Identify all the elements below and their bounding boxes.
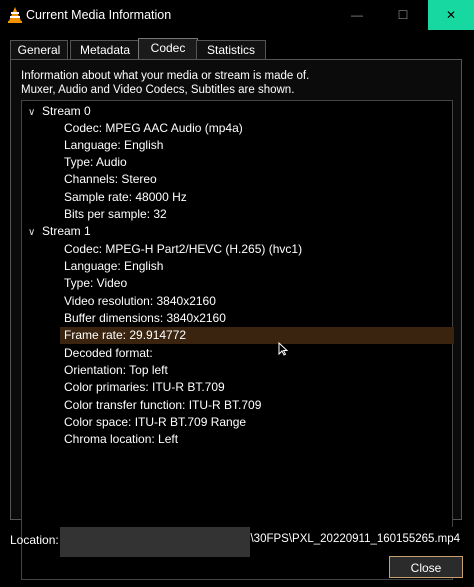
maximize-button[interactable]: ☐ — [380, 0, 426, 30]
stream-label: Stream 0 — [42, 104, 91, 118]
tree-item[interactable]: Language: English — [64, 137, 163, 154]
info-line-2: Muxer, Audio and Video Codecs, Subtitles… — [21, 84, 295, 96]
location-label: Location: — [10, 533, 59, 547]
tab-general[interactable]: General — [10, 40, 68, 60]
tree-item[interactable]: Codec: MPEG AAC Audio (mp4a) — [64, 120, 243, 137]
tree-item[interactable]: Channels: Stereo — [64, 171, 157, 188]
tree-item[interactable]: Video resolution: 3840x2160 — [64, 293, 216, 310]
tree-item[interactable]: Language: English — [64, 258, 163, 275]
codec-panel: Information about what your media or str… — [10, 59, 462, 580]
minimize-button[interactable]: — — [334, 0, 380, 30]
close-button[interactable]: Close — [389, 556, 463, 578]
tree-item[interactable]: Bits per sample: 32 — [64, 206, 167, 223]
title-bar: Current Media Information — ☐ ✕ — [0, 0, 474, 30]
tree-item[interactable]: Type: Video — [64, 275, 127, 292]
chevron-down-icon[interactable]: ∨ — [28, 224, 42, 241]
stream-1-node[interactable]: ∨ Stream 1 — [28, 223, 91, 240]
info-line-1: Information about what your media or str… — [21, 70, 310, 82]
stream-0-node[interactable]: ∨ Stream 0 — [28, 103, 91, 120]
tab-metadata[interactable]: Metadata — [70, 40, 140, 60]
window-title: Current Media Information — [26, 8, 172, 22]
tree-item[interactable]: Color transfer function: ITU-R BT.709 — [64, 397, 261, 414]
tree-item[interactable]: Color space: ITU-R BT.709 Range — [64, 414, 246, 431]
tree-item[interactable]: Buffer dimensions: 3840x2160 — [64, 310, 226, 327]
tree-item[interactable]: Decoded format: — [64, 345, 153, 362]
tree-item[interactable]: Type: Audio — [64, 154, 127, 171]
vlc-cone-icon — [8, 7, 22, 23]
tab-codec[interactable]: Codec — [138, 38, 198, 61]
chevron-down-icon[interactable]: ∨ — [28, 104, 42, 121]
tree-item-selected[interactable]: Frame rate: 29.914772 — [60, 327, 454, 344]
tree-item[interactable]: Color primaries: ITU-R BT.709 — [64, 379, 225, 396]
location-value[interactable]: ds\30FPS\PXL_20220911_160155265.mp4 — [238, 533, 460, 545]
tab-statistics[interactable]: Statistics — [196, 40, 266, 60]
tree-item[interactable]: Sample rate: 48000 Hz — [64, 189, 187, 206]
redacted-mask — [60, 527, 250, 557]
tree-item[interactable]: Codec: MPEG-H Part2/HEVC (H.265) (hvc1) — [64, 241, 302, 258]
window-close-button[interactable]: ✕ — [428, 0, 474, 30]
location-field[interactable]: ds\30FPS\PXL_20220911_160155265.mp4 — [60, 527, 462, 557]
info-text: Information about what your media or str… — [21, 69, 309, 97]
tree-item[interactable]: Orientation: Top left — [64, 362, 168, 379]
codec-tree[interactable]: ∨ Stream 0 Codec: MPEG AAC Audio (mp4a) L… — [21, 100, 454, 580]
stream-label: Stream 1 — [42, 224, 91, 238]
mouse-cursor-icon — [278, 342, 288, 356]
tree-item[interactable]: Chroma location: Left — [64, 431, 178, 448]
